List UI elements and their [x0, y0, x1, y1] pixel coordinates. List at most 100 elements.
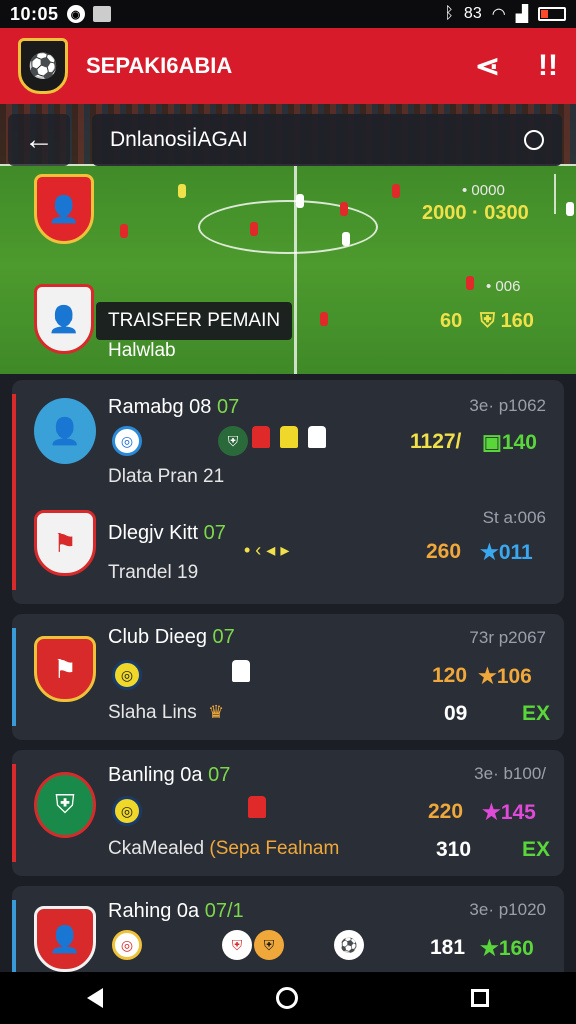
hero-stat-a: 60 [440, 310, 463, 332]
club-badge-icon: ◎ [112, 660, 142, 690]
hero-pitch: ← DnlanosiİAGAI 👤 👤 TRAISFER PEMAIN Halw… [0, 104, 576, 374]
hero-meta-bottom: • 006 [486, 278, 521, 295]
notification-icons: ◉ [66, 5, 111, 23]
transfer-card[interactable]: ⚑ Club Dieeg 07 73r p2067 ◎ 120 ★106 Sla… [12, 614, 564, 740]
card-value: 1127/ [410, 430, 462, 453]
club-badge-icon: ◎ [112, 426, 142, 456]
crest-icon: ⛨ [254, 930, 284, 960]
system-icons: ᛒ 83 ◠ ▟ [444, 4, 566, 24]
kit-icon [280, 426, 298, 448]
card-score-wrap: ▣140 [482, 430, 537, 455]
clock: 10:05 [10, 3, 59, 24]
player [320, 312, 328, 326]
card-second-score: EX [522, 702, 551, 725]
club-crest: ⛨ [34, 772, 96, 838]
card-stripe [12, 628, 16, 726]
card-meta: 3e· p1062 [469, 396, 546, 415]
card-title-text: Banling 0a [108, 764, 203, 786]
club-logo: ⚽ [18, 38, 68, 94]
card-subtitle-wrap: CkaMealed (Sepa Fealnam [108, 838, 339, 860]
back-button[interactable]: ← [8, 114, 70, 166]
club-crest: ⚑ [34, 636, 96, 702]
kit-icon [308, 426, 326, 448]
card-title: Banling 0a 07 [108, 764, 230, 787]
nav-back-icon[interactable] [86, 988, 103, 1008]
card-score: 160 [498, 937, 534, 960]
player-avatar: 👤 [34, 906, 96, 972]
player-avatar-crest: 👤 [34, 174, 94, 244]
card-subtitle: CkaMealed [108, 838, 205, 859]
card-value: 260 [426, 540, 462, 563]
player-icon [248, 796, 266, 818]
star-icon: ★ [478, 665, 497, 688]
card-title-text: Ramabg 08 [108, 396, 212, 418]
search-icon[interactable] [524, 130, 544, 150]
search-label: DnlanosiİAGAI [110, 128, 248, 151]
transfer-card[interactable]: 👤 Rahing 0a 07/1 3e· p1020 ◎ ⛨ ⛨ ⚽ 181 ★… [12, 886, 564, 986]
ball-icon: ⚽ [334, 930, 364, 960]
signal-label: 83 [463, 5, 482, 22]
appbar-actions: ⋖ !! [475, 49, 558, 84]
nav-recents-icon[interactable] [471, 989, 490, 1007]
card-meta: St a:006 [482, 508, 546, 527]
card-score-wrap: ★106 [478, 664, 532, 689]
card-subtitle: Dlata Pran 21 [108, 466, 225, 487]
trophy-icon: ♛ [208, 702, 225, 722]
card-stripe [12, 900, 16, 972]
player [250, 222, 258, 236]
card-subtitle: Slaha Lins [108, 702, 197, 723]
gallery-icon [92, 6, 111, 22]
card-year: 07 [203, 522, 226, 544]
shield-icon: ⛨ [222, 930, 252, 960]
card-meta: 73r p2067 [469, 628, 546, 647]
shield-icon: ⛨ [480, 310, 501, 332]
card-second-score: EX [522, 838, 551, 861]
player-icon [232, 660, 250, 682]
star-icon: ★ [482, 801, 501, 824]
card-score-wrap: ★145 [482, 800, 536, 825]
card-year: 07 [208, 764, 231, 786]
more-icon[interactable]: !! [538, 49, 558, 83]
image-icon: ▣ [482, 431, 502, 454]
card-score: 145 [500, 801, 536, 824]
wifi-icon: ◠ [491, 6, 506, 23]
app-title: SEPAKI6ABIA [86, 53, 233, 78]
share-icon[interactable]: ⋖ [475, 49, 500, 84]
card-subtitle: Trandel 19 [108, 562, 199, 583]
card-score: 011 [498, 541, 533, 564]
card-year: 07 [216, 396, 240, 418]
card-value: 181 [430, 936, 466, 959]
player [466, 276, 474, 290]
club-crest: ⚑ [34, 510, 96, 576]
status-bar: 10:05 ◉ ᛒ 83 ◠ ▟ [0, 0, 576, 28]
player-avatar-crest: 👤 [34, 284, 94, 354]
player [392, 184, 400, 198]
battery-icon [538, 7, 566, 21]
card-meta: 3e· b100/ [474, 764, 546, 783]
player [342, 232, 350, 246]
center-circle [198, 200, 378, 254]
player [296, 194, 304, 208]
card-title-text: Rahing 0a [108, 900, 200, 922]
player [340, 202, 348, 216]
card-stripe [12, 764, 16, 862]
notification-icon: ◉ [66, 5, 85, 23]
search-bar[interactable]: DnlanosiİAGAI [92, 114, 562, 166]
hero-score-top: 2000 · 0300 [422, 202, 529, 224]
card-title: Ramabg 08 07 [108, 396, 239, 419]
club-badge-icon: ◎ [112, 930, 142, 960]
cell-signal-icon: ▟ [515, 6, 528, 23]
transfer-card[interactable]: 👤 Ramabg 08 07 3e· p1062 ◎ ⛨ 1127/ ▣140 … [12, 380, 564, 604]
bluetooth-icon: ᛒ [444, 5, 454, 22]
card-second-value: 09 [444, 702, 468, 725]
card-year: 07/1 [204, 900, 244, 922]
player [120, 224, 128, 238]
card-title: Dlegjv Kitt 07 [108, 522, 226, 545]
star-icon: ★ [480, 937, 499, 960]
card-title: Club Dieeg 07 [108, 626, 235, 649]
transfer-card[interactable]: ⛨ Banling 0a 07 3e· b100/ ◎ 220 ★145 Cka… [12, 750, 564, 876]
app-bar: ⚽ SEPAKI6ABIA ⋖ !! [0, 28, 576, 104]
card-title: Rahing 0a 07/1 [108, 900, 244, 923]
goal-line [554, 174, 556, 214]
nav-home-icon[interactable] [275, 987, 298, 1009]
